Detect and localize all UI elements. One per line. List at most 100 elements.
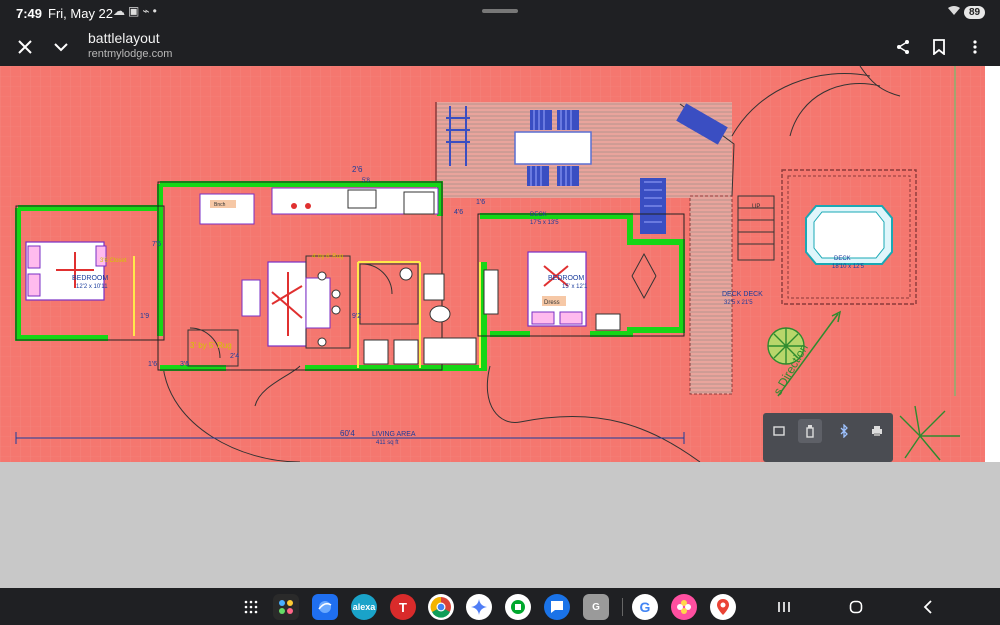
tesla-icon: T — [399, 599, 407, 615]
gemini-button[interactable] — [466, 594, 492, 620]
recents-button[interactable] — [770, 594, 798, 620]
bedroom-left-size: 12'2 x 10'11 — [76, 284, 108, 290]
recent-app-button[interactable]: G — [583, 594, 609, 620]
maps-icon — [717, 599, 729, 615]
recents-icon — [778, 602, 790, 612]
alexa-button[interactable]: alexa — [351, 594, 377, 620]
close-icon — [18, 40, 32, 54]
status-time: 7:49 — [16, 6, 43, 21]
washer — [399, 267, 413, 281]
screenshot-icon: ▣ — [128, 4, 143, 18]
bluetooth-icon — [840, 424, 848, 438]
close-button[interactable] — [11, 33, 39, 61]
bookmark-icon — [933, 39, 945, 55]
bedroom-right-label: BEDROOM — [548, 275, 584, 282]
evernote-button[interactable] — [505, 594, 531, 620]
tablet-icon — [773, 426, 785, 436]
deck-right-label: DECK — [530, 212, 547, 218]
app-folder-button[interactable] — [273, 594, 299, 620]
photos-button[interactable] — [671, 594, 697, 620]
google-button[interactable]: G — [632, 594, 658, 620]
taskbar: alexa T G G — [0, 588, 1000, 625]
dim-hall-b-label: 1'9 — [140, 313, 149, 320]
rug-large-label: 4' by 6' Rug — [312, 254, 343, 260]
deck-long-label: DECK DECK — [722, 291, 763, 298]
bench — [199, 193, 255, 225]
collapse-button[interactable] — [47, 33, 75, 61]
google-icon: G — [639, 599, 651, 615]
chrome-button[interactable] — [428, 594, 454, 620]
messages-button[interactable] — [544, 594, 570, 620]
battery-badge: 89 — [964, 6, 986, 19]
back-icon — [923, 600, 932, 614]
recent-app-icon: G — [592, 601, 600, 613]
more-button[interactable] — [961, 33, 989, 61]
dim-door-label: 2'4 — [230, 353, 239, 360]
dim-stair-label: 1'6 — [148, 361, 157, 368]
printer-button[interactable] — [865, 419, 889, 443]
deck-right-size: 17'5 x 13'5 — [530, 220, 559, 226]
rug-small-label: 3' by 5' Rug — [190, 341, 232, 350]
more-icon — [973, 40, 977, 54]
dim-kitchen-label: 2'6 — [352, 165, 363, 174]
quick-panel-popup — [763, 413, 893, 462]
cloud-icon: ☁ — [113, 4, 128, 18]
usb-button[interactable] — [798, 419, 822, 443]
chrome-icon — [430, 596, 451, 618]
alexa-icon: alexa — [352, 602, 376, 612]
stairs-up-label: UP — [752, 204, 760, 210]
page-title: battlelayout — [88, 30, 160, 46]
evernote-icon — [511, 600, 525, 614]
gemini-icon — [471, 599, 487, 615]
back-button[interactable] — [914, 594, 942, 620]
drag-handle[interactable] — [482, 9, 518, 13]
image-viewer[interactable]: s Direction 60'4 BEDROOM 12'2 x 10'11 3'… — [0, 66, 1000, 462]
toilet — [429, 305, 451, 323]
printer-icon — [872, 426, 882, 436]
closet-left-label: 3'6 Closet — [100, 258, 127, 264]
bluetooth-button[interactable] — [832, 419, 856, 443]
tablet-button[interactable] — [767, 419, 791, 443]
home-button[interactable] — [842, 594, 870, 620]
app-bar: battlelayout rentmylodge.com — [0, 28, 1000, 66]
dock-divider — [622, 598, 623, 616]
app-drawer-icon — [244, 600, 258, 614]
deck-upper-size: 18'10 x 12'5 — [832, 264, 865, 270]
dim-upper-label: 4'6 — [454, 209, 463, 216]
status-icons: ☁▣⌁• — [113, 4, 160, 18]
image-edge — [985, 66, 1000, 462]
tesla-button[interactable]: T — [390, 594, 416, 620]
samsung-internet-button[interactable] — [312, 594, 338, 620]
maps-button[interactable] — [710, 594, 736, 620]
chevron-down-icon — [54, 43, 68, 52]
photos-icon — [677, 600, 691, 614]
living-area-size: 411 sq ft — [376, 440, 399, 446]
dining-table — [514, 131, 592, 165]
bookmark-button[interactable] — [925, 33, 953, 61]
bench-label: Bnch — [214, 202, 226, 208]
messages-icon — [551, 601, 563, 613]
share-button[interactable] — [889, 33, 917, 61]
floor-plan-image[interactable]: s Direction 60'4 BEDROOM 12'2 x 10'11 3'… — [0, 66, 985, 462]
deck-upper-label: DECK — [834, 256, 851, 262]
no-signal-icon: ⌁ — [142, 4, 153, 18]
dim-shower-label: 1'6 — [476, 199, 485, 206]
dim-left-label: 3'6 — [180, 361, 189, 368]
dresser-label: Dress — [544, 300, 560, 306]
wifi-icon — [948, 5, 960, 19]
status-date: Fri, May 22 — [48, 6, 114, 21]
page-url: rentmylodge.com — [88, 48, 173, 60]
usb-stick-icon — [806, 425, 814, 438]
app-drawer-button[interactable] — [238, 594, 264, 620]
living-area-label: LIVING AREA — [372, 431, 416, 438]
share-icon — [897, 40, 909, 54]
samsung-internet-icon — [318, 601, 332, 613]
dim-total-label: 60'4 — [340, 429, 355, 438]
dim-kitchen-b-label: 5'8 — [362, 178, 370, 184]
app-folder-icon — [279, 600, 293, 614]
home-icon — [849, 600, 863, 614]
bedroom-left-label: BEDROOM — [72, 275, 108, 282]
bedroom-right-size: 15' x 12'1 — [562, 284, 588, 290]
dim-hall-label: 7'5 — [152, 241, 161, 248]
floor-plan-drawing: s Direction 60'4 BEDROOM 12'2 x 10'11 3'… — [0, 66, 985, 462]
